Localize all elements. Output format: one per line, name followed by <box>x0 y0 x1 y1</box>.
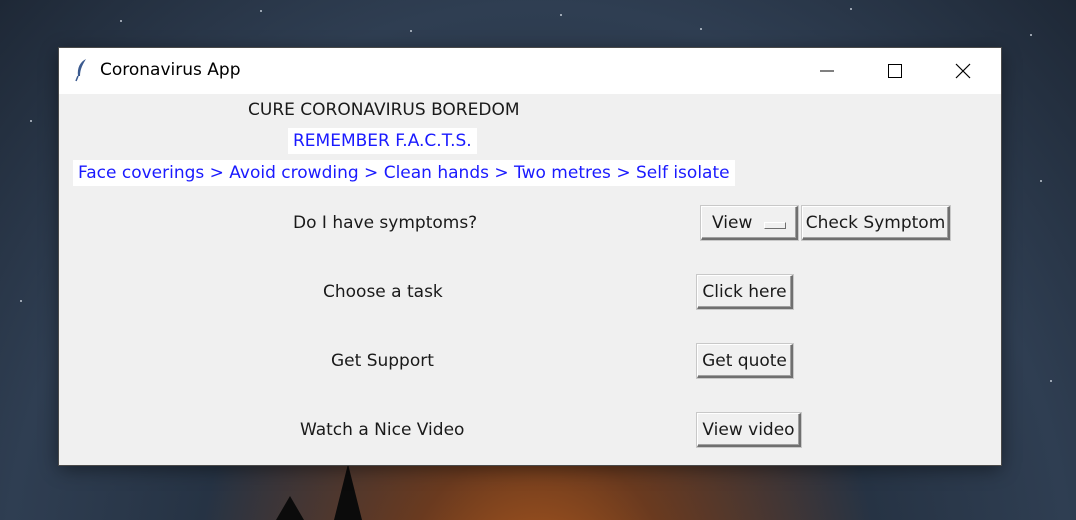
app-heading: CURE CORONAVIRUS BOREDOM <box>248 100 520 120</box>
dropdown-indicator-icon <box>764 222 786 229</box>
minimize-icon <box>820 70 834 72</box>
maximize-icon <box>888 64 902 78</box>
window-content: CURE CORONAVIRUS BOREDOM REMEMBER F.A.C.… <box>59 94 1001 465</box>
window-title: Coronavirus App <box>100 60 241 80</box>
symptom-select-value: View <box>712 212 753 233</box>
minimize-button[interactable] <box>793 48 861 94</box>
get-support-label: Get Support <box>331 351 434 371</box>
title-bar[interactable]: Coronavirus App <box>59 48 1001 94</box>
close-icon <box>955 63 971 79</box>
nice-video-label: Watch a Nice Video <box>300 420 465 440</box>
app-window: Coronavirus App CURE CORONAVIRUS BOREDOM… <box>59 48 1001 465</box>
symptom-view-select[interactable]: View <box>701 206 798 240</box>
choose-task-label: Choose a task <box>323 282 443 302</box>
maximize-button[interactable] <box>861 48 929 94</box>
close-button[interactable] <box>929 48 997 94</box>
feather-icon <box>75 59 86 82</box>
check-symptom-button[interactable]: Check Symptom <box>802 206 950 240</box>
view-video-button[interactable]: View video <box>697 413 801 447</box>
facts-list-label: Face coverings > Avoid crowding > Clean … <box>73 160 735 186</box>
symptoms-label: Do I have symptoms? <box>293 213 478 233</box>
remember-facts-label: REMEMBER F.A.C.T.S. <box>288 128 477 154</box>
click-here-button[interactable]: Click here <box>697 275 793 309</box>
get-quote-button[interactable]: Get quote <box>697 344 793 378</box>
